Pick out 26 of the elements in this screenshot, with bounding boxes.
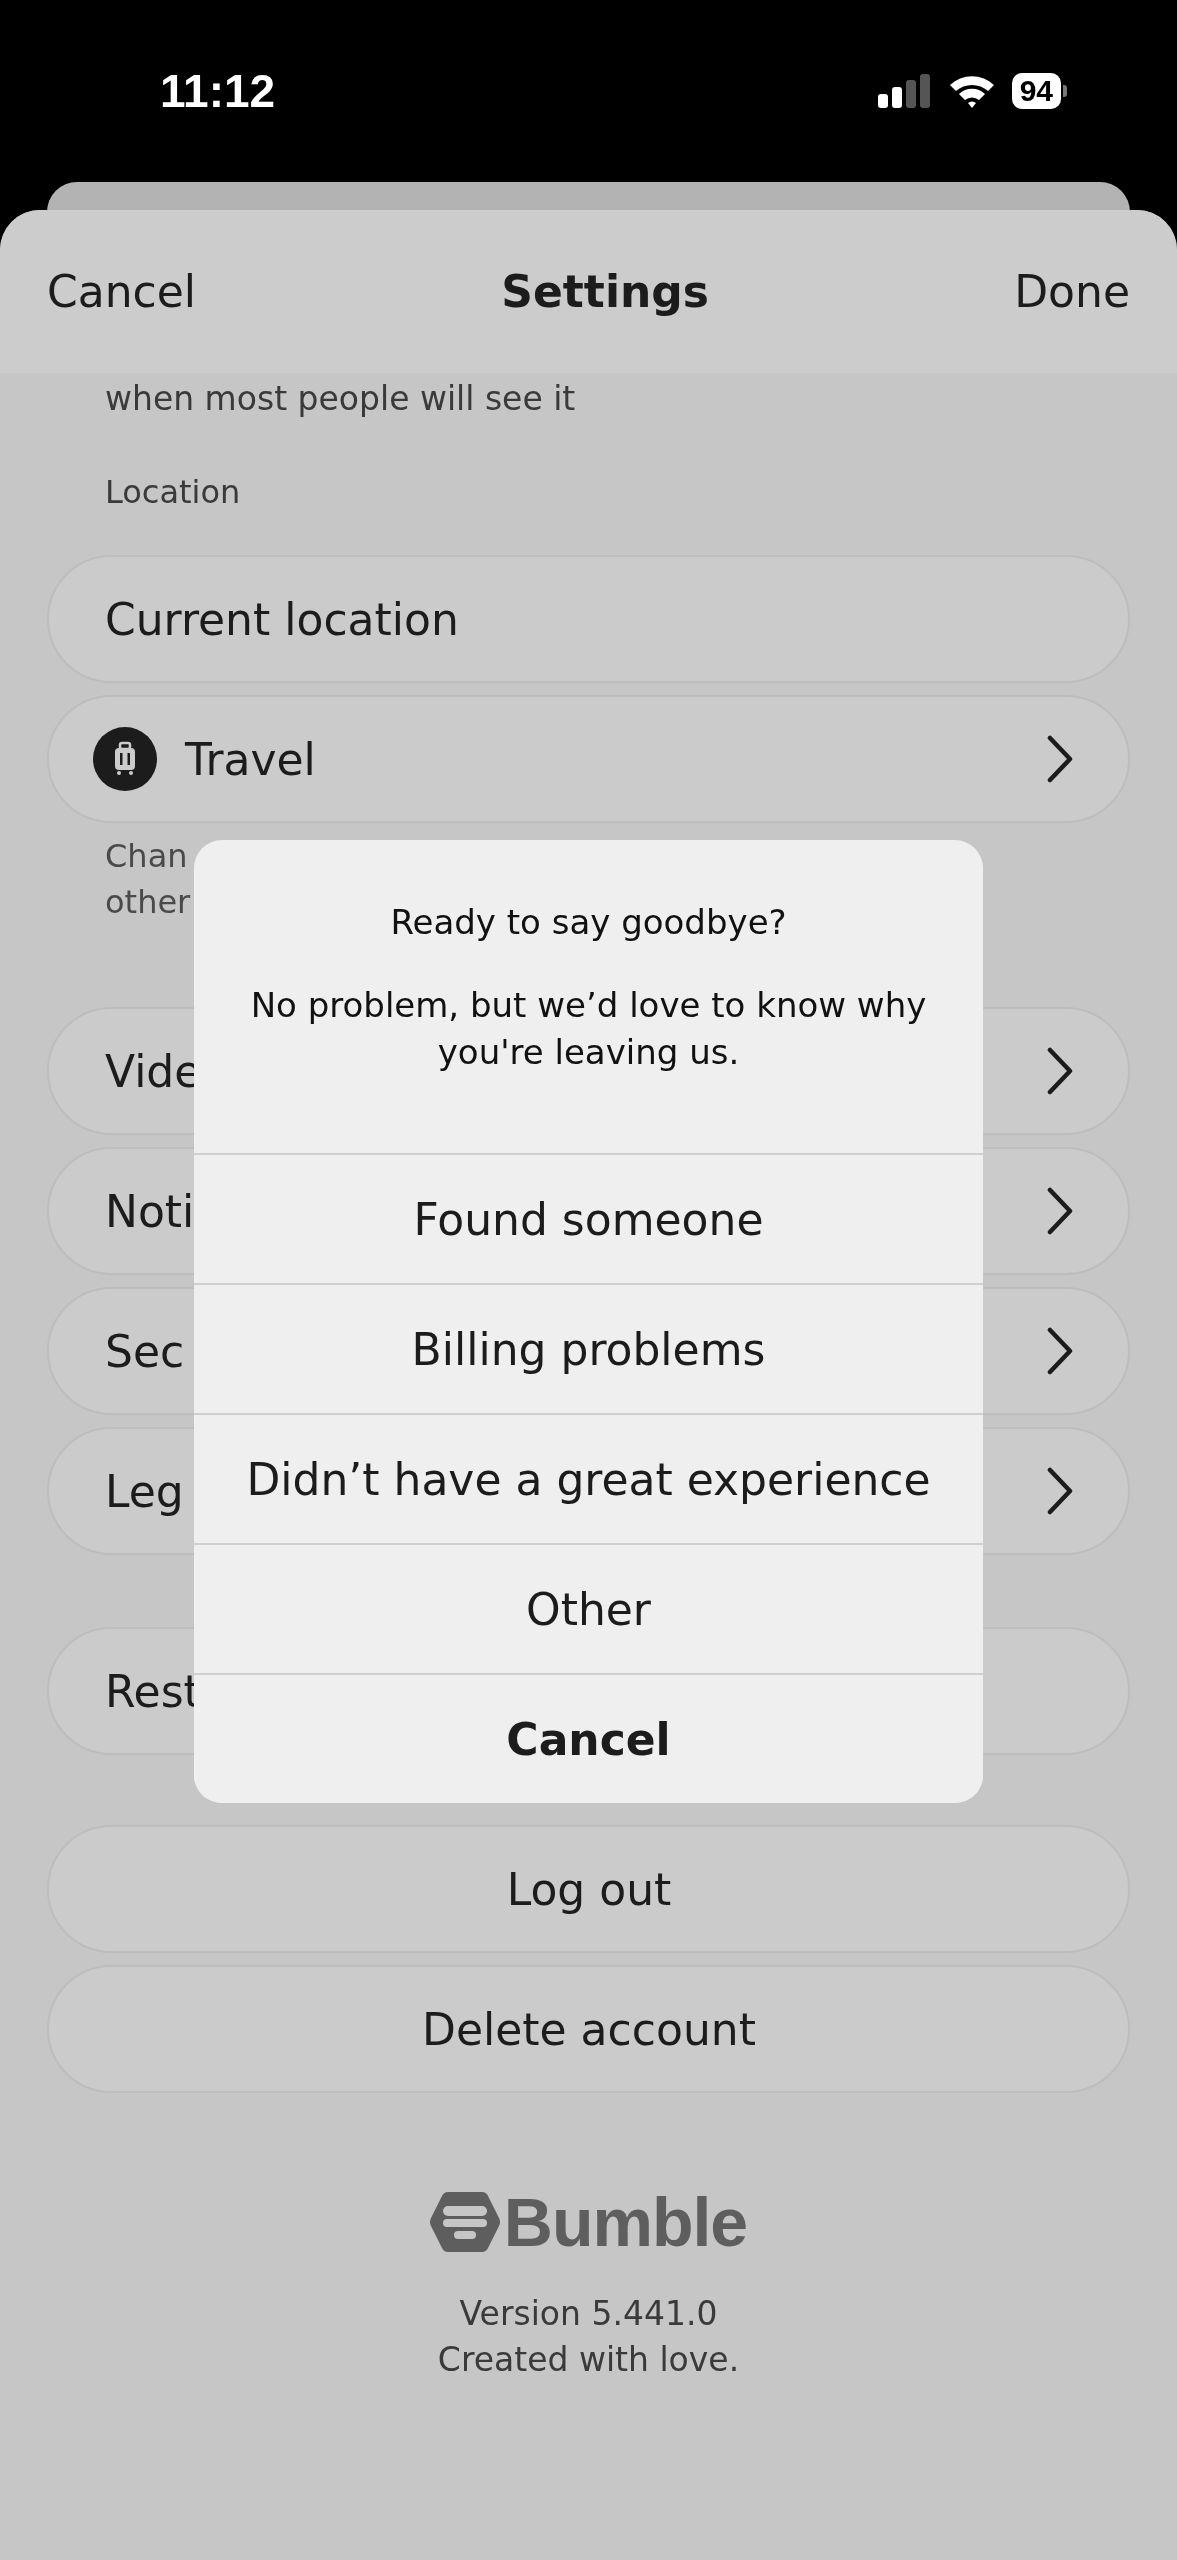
dialog-title: Ready to say goodbye? <box>390 902 787 942</box>
chevron-icon <box>1047 735 1073 783</box>
hexagon-logo-icon <box>429 2191 500 2253</box>
clock: 11:12 <box>160 64 276 118</box>
settings-row[interactable]: Current location <box>47 555 1130 683</box>
chevron-icon <box>1047 1467 1073 1515</box>
chevron-icon <box>1047 1327 1073 1375</box>
sheet-title: Settings <box>501 266 709 317</box>
caption-text: when most people will see it <box>104 378 577 418</box>
hint-text: Chan <box>105 837 188 875</box>
dialog-option[interactable]: Cancel <box>194 1673 983 1803</box>
dialog-message: No problem, but we’d love to know why you're leaving us. <box>249 984 928 1074</box>
hint-text: other <box>105 883 191 921</box>
account-button[interactable]: Delete account <box>47 1965 1130 2093</box>
done-button[interactable]: Done <box>1014 266 1130 317</box>
signal-icon <box>877 74 932 108</box>
chevron-icon <box>1047 1047 1073 1095</box>
brand-wordmark: Bumble <box>503 2183 748 2261</box>
cancel-button[interactable]: Cancel <box>47 266 197 317</box>
section-label: Location <box>105 473 242 511</box>
suitcase-icon <box>93 727 157 791</box>
account-button[interactable]: Log out <box>47 1825 1130 1953</box>
tagline-text: Created with love. <box>437 2339 740 2381</box>
version-text: Version 5.441.0 <box>459 2293 718 2335</box>
settings-row[interactable]: Travel <box>47 695 1130 823</box>
chevron-icon <box>1047 1187 1073 1235</box>
